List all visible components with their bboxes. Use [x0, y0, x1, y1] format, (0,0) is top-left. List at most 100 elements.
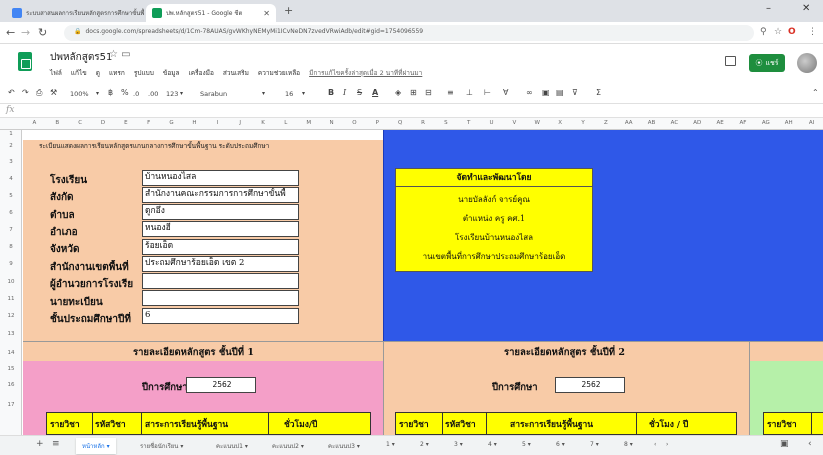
paint-format-icon[interactable]: ⚒	[50, 88, 57, 97]
browser-tab-grades[interactable]: ระบบสาสนผลการเรียนหลักสูตรการศึกษาขั้นพื…	[6, 4, 144, 22]
text-wrap-icon[interactable]: ⊢	[484, 88, 491, 97]
column-header[interactable]: AA	[625, 120, 633, 126]
column-header[interactable]: V	[513, 120, 517, 126]
share-button[interactable]: ⦿ แชร์	[749, 54, 785, 72]
column-header[interactable]: T	[467, 120, 470, 126]
menu-edit[interactable]: แก้ไข	[71, 68, 87, 78]
font-size-select[interactable]: 16	[285, 90, 293, 98]
grade2-year-field[interactable]: 2562	[555, 377, 625, 393]
row-header[interactable]: 12	[0, 313, 22, 319]
comments-icon[interactable]	[725, 56, 736, 66]
more-formats-button[interactable]: 123	[166, 90, 178, 98]
column-header[interactable]: AE	[717, 120, 724, 126]
column-header[interactable]: B	[55, 120, 59, 126]
column-header[interactable]: AG	[762, 120, 770, 126]
scroll-tabs-right-icon[interactable]: ›	[666, 441, 668, 448]
menu-help[interactable]: ความช่วยเหลือ	[258, 68, 300, 78]
v-align-icon[interactable]: ⊥	[466, 88, 473, 97]
strikethrough-icon[interactable]: S	[357, 88, 362, 97]
column-header[interactable]: C	[78, 120, 82, 126]
bold-icon[interactable]: B	[328, 88, 334, 97]
column-header[interactable]: J	[239, 120, 241, 126]
collapse-toolbar-icon[interactable]: ⌃	[812, 88, 819, 97]
school-field[interactable]: บ้านหนองไสล	[142, 170, 299, 186]
text-color-icon[interactable]: A	[372, 88, 378, 97]
last-edit-link[interactable]: มีการแก้ไขครั้งล่าสุดเมื่อ 2 นาทีที่ผ่าน…	[309, 68, 422, 78]
increase-decimal-button[interactable]: .00	[148, 90, 158, 98]
province-field[interactable]: ร้อยเอ็ด	[142, 239, 299, 255]
sheet-tab-score-p1[interactable]: คะแนนป1 ▾	[216, 441, 248, 451]
text-rotate-icon[interactable]: ∀	[503, 88, 508, 97]
undo-icon[interactable]: ↶	[8, 88, 15, 97]
zoom-dropdown-icon[interactable]: ▾	[96, 90, 99, 97]
grade2-heading-cell[interactable]: รายละเอียดหลักสูตร ชั้นปีที่ 2	[383, 341, 749, 361]
avatar[interactable]	[797, 53, 817, 73]
menu-tools[interactable]: เครื่องมือ	[189, 68, 214, 78]
menu-data[interactable]: ข้อมูล	[163, 68, 180, 78]
decrease-decimal-button[interactable]: .0	[133, 90, 139, 98]
sheet-tab-score-p2[interactable]: คะแนนป2 ▾	[272, 441, 304, 451]
column-header[interactable]: N	[330, 120, 334, 126]
more-formats-dropdown-icon[interactable]: ▾	[180, 90, 183, 97]
borders-icon[interactable]: ⊞	[410, 88, 417, 97]
column-header[interactable]: A	[33, 120, 37, 126]
sheet-tab-5[interactable]: 5 ▾	[522, 441, 531, 448]
insert-comment-icon[interactable]: ▣	[542, 88, 550, 97]
sheet-tab-8[interactable]: 8 ▾	[624, 441, 633, 448]
fill-color-icon[interactable]: ◈	[395, 88, 401, 97]
column-header[interactable]: H	[192, 120, 196, 126]
column-header[interactable]: E	[124, 120, 127, 126]
grade-field[interactable]: 6	[142, 308, 299, 324]
formula-bar[interactable]: fx	[0, 104, 823, 118]
column-header[interactable]: G	[169, 120, 173, 126]
sheet-tab-1[interactable]: 1 ▾	[386, 441, 395, 448]
sheet-tab-score-p3[interactable]: คะแนนป3 ▾	[328, 441, 360, 451]
row-header[interactable]: 3	[0, 159, 22, 165]
area-office-field[interactable]: ประถมศึกษาร้อยเอ็ด เขต 2	[142, 256, 299, 272]
column-header[interactable]: Z	[604, 120, 608, 126]
row-header[interactable]: 14	[0, 350, 22, 356]
column-header[interactable]: M	[306, 120, 311, 126]
close-window-button[interactable]: ✕	[802, 3, 810, 14]
font-select[interactable]: Sarabun	[200, 90, 227, 98]
column-header[interactable]: AF	[740, 120, 747, 126]
back-icon[interactable]: ←	[6, 26, 15, 39]
row-header[interactable]: 11	[0, 296, 22, 302]
sheets-logo-icon[interactable]	[18, 52, 32, 71]
redo-icon[interactable]: ↷	[22, 88, 29, 97]
row-header[interactable]: 6	[0, 210, 22, 216]
row-header[interactable]: 13	[0, 331, 22, 337]
column-header[interactable]: U	[490, 120, 494, 126]
menu-file[interactable]: ไฟล์	[50, 68, 62, 78]
director-field[interactable]	[142, 273, 299, 289]
column-header[interactable]: D	[101, 120, 105, 126]
zoom-select[interactable]: 100%	[70, 90, 89, 98]
district-field[interactable]: หนองฮี	[142, 221, 299, 237]
row-header[interactable]: 5	[0, 193, 22, 199]
grade3-heading-cell[interactable]	[749, 341, 823, 361]
row-header[interactable]: 10	[0, 279, 22, 285]
filter-icon[interactable]: ⊽	[572, 88, 578, 97]
affiliation-field[interactable]: สำนักงานคณะกรรมการการศึกษาขั้นพื้	[142, 187, 299, 203]
subdistrict-field[interactable]: ดูกอึ่ง	[142, 204, 299, 220]
zoom-icon[interactable]: ⚲	[760, 27, 767, 37]
document-title[interactable]: ปพหลักสูตร51	[50, 50, 112, 65]
column-header[interactable]: F	[147, 120, 150, 126]
column-header[interactable]: L	[284, 120, 287, 126]
row-header[interactable]: 2	[0, 143, 22, 149]
merge-cells-icon[interactable]: ⊟	[425, 88, 432, 97]
sheet-tab-6[interactable]: 6 ▾	[556, 441, 565, 448]
insert-link-icon[interactable]: ∞	[526, 88, 533, 97]
minimize-button[interactable]: –	[766, 3, 771, 14]
add-sheet-icon[interactable]: +	[36, 439, 44, 449]
h-align-icon[interactable]: ≡	[447, 88, 454, 97]
explore-icon[interactable]: ▣	[780, 439, 789, 449]
side-panel-toggle-icon[interactable]: ‹	[808, 439, 812, 449]
grade1-heading-cell[interactable]: รายละเอียดหลักสูตร ชั้นปีที่ 1	[23, 341, 383, 361]
sheet-tab-main[interactable]: หน้าหลัก ▾	[76, 438, 116, 454]
sheet-tab-4[interactable]: 4 ▾	[488, 441, 497, 448]
row-header[interactable]: 4	[0, 176, 22, 182]
row-header[interactable]: 17	[0, 402, 22, 408]
column-header[interactable]: I	[216, 120, 218, 126]
sheet-tab-students[interactable]: รายชื่อนักเรียน ▾	[140, 441, 183, 451]
